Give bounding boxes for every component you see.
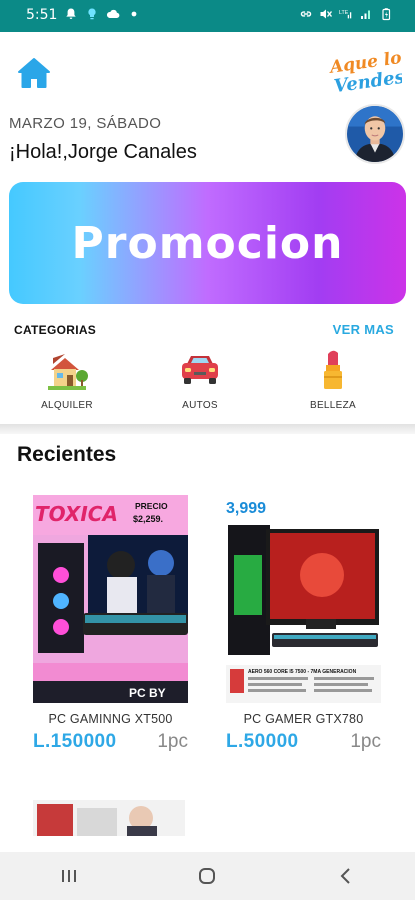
date-label: MARZO 19, SÁBADO bbox=[9, 115, 162, 132]
product-price: L.150000 bbox=[33, 731, 117, 752]
category-alquiler[interactable]: ALQUILER bbox=[27, 348, 107, 411]
image-price-label: PRECIO bbox=[135, 501, 168, 511]
product-name: PC GAMER GTX780 bbox=[243, 712, 364, 726]
car-icon bbox=[182, 356, 218, 384]
home-circle-icon bbox=[199, 868, 216, 884]
home-nav-button[interactable] bbox=[187, 861, 227, 891]
link-icon bbox=[300, 11, 312, 17]
image-price: $2,259. bbox=[133, 514, 163, 524]
product-photo: TOXICA PRECIO $2,259. PC BY bbox=[33, 495, 188, 703]
category-label: AUTOS bbox=[182, 400, 218, 411]
product-price-row: L.150000 1pc bbox=[33, 731, 188, 753]
recent-apps-button[interactable] bbox=[49, 861, 89, 891]
system-nav-bar bbox=[0, 852, 415, 900]
product-price: L.50000 bbox=[226, 731, 299, 752]
app-logo: Aque lo Vendes bbox=[327, 48, 406, 97]
home-icon bbox=[18, 58, 50, 88]
product-card[interactable]: TOXICA PRECIO $2,259. PC BY PC GAMINNG X… bbox=[33, 495, 188, 753]
greeting-text: ¡Hola!,Jorge Canales bbox=[9, 141, 197, 163]
categories-title: CATEGORIAS bbox=[14, 323, 97, 337]
bulb-icon bbox=[88, 8, 96, 20]
battery-icon bbox=[382, 8, 391, 21]
section-divider bbox=[0, 424, 415, 434]
back-button[interactable] bbox=[326, 861, 366, 891]
avatar-image bbox=[347, 106, 403, 162]
product-image: TOXICA PRECIO $2,259. PC BY bbox=[33, 495, 188, 703]
lipstick-icon bbox=[324, 350, 342, 389]
product-image: 3,999 AERO 560 CORE I5 7500 - 7MA GENERA… bbox=[226, 495, 381, 703]
category-label: BELLEZA bbox=[309, 400, 356, 411]
category-label: ALQUILER bbox=[41, 400, 93, 411]
back-icon bbox=[340, 868, 350, 884]
dot-icon bbox=[131, 11, 137, 17]
image-footer-text: PC BY bbox=[129, 686, 166, 700]
mute-icon bbox=[320, 9, 333, 19]
product-photo bbox=[33, 800, 185, 836]
promo-text: Promocion bbox=[71, 217, 344, 269]
home-button[interactable] bbox=[17, 57, 51, 89]
signal-icon bbox=[361, 10, 370, 19]
category-belleza[interactable]: BELLEZA bbox=[293, 348, 373, 411]
house-icon bbox=[48, 354, 88, 390]
status-time: 5:51 bbox=[26, 7, 58, 23]
product-quantity: 1pc bbox=[350, 731, 381, 752]
product-name: PC GAMINNG XT500 bbox=[48, 712, 173, 726]
status-bar: 5:51 LTE bbox=[0, 0, 415, 32]
svg-text:LTE: LTE bbox=[339, 10, 349, 16]
user-avatar[interactable] bbox=[345, 104, 405, 164]
promo-banner[interactable]: Promocion bbox=[9, 182, 406, 304]
image-spec-text: AERO 560 CORE I5 7500 - 7MA GENERACION bbox=[248, 669, 357, 675]
logo-graphic: Aque lo Vendes bbox=[327, 48, 406, 97]
lte-signal-icon: LTE bbox=[339, 10, 352, 19]
bell-icon bbox=[66, 8, 76, 19]
product-quantity: 1pc bbox=[157, 731, 188, 752]
product-card[interactable]: 3,999 AERO 560 CORE I5 7500 - 7MA GENERA… bbox=[226, 495, 381, 753]
image-brand-text: TOXICA bbox=[35, 502, 118, 526]
product-photo: 3,999 AERO 560 CORE I5 7500 - 7MA GENERA… bbox=[226, 495, 381, 703]
recent-title: Recientes bbox=[17, 443, 117, 466]
see-more-link[interactable]: VER MAS bbox=[333, 322, 394, 337]
recent-apps-icon bbox=[62, 870, 77, 882]
image-price: 3,999 bbox=[226, 500, 266, 517]
status-left-icons bbox=[64, 7, 141, 21]
product-price-row: L.50000 1pc bbox=[226, 731, 381, 753]
product-card-partial[interactable] bbox=[33, 800, 185, 836]
category-autos[interactable]: AUTOS bbox=[160, 348, 240, 411]
status-right-icons: LTE bbox=[299, 7, 393, 21]
cloud-icon bbox=[106, 9, 120, 19]
